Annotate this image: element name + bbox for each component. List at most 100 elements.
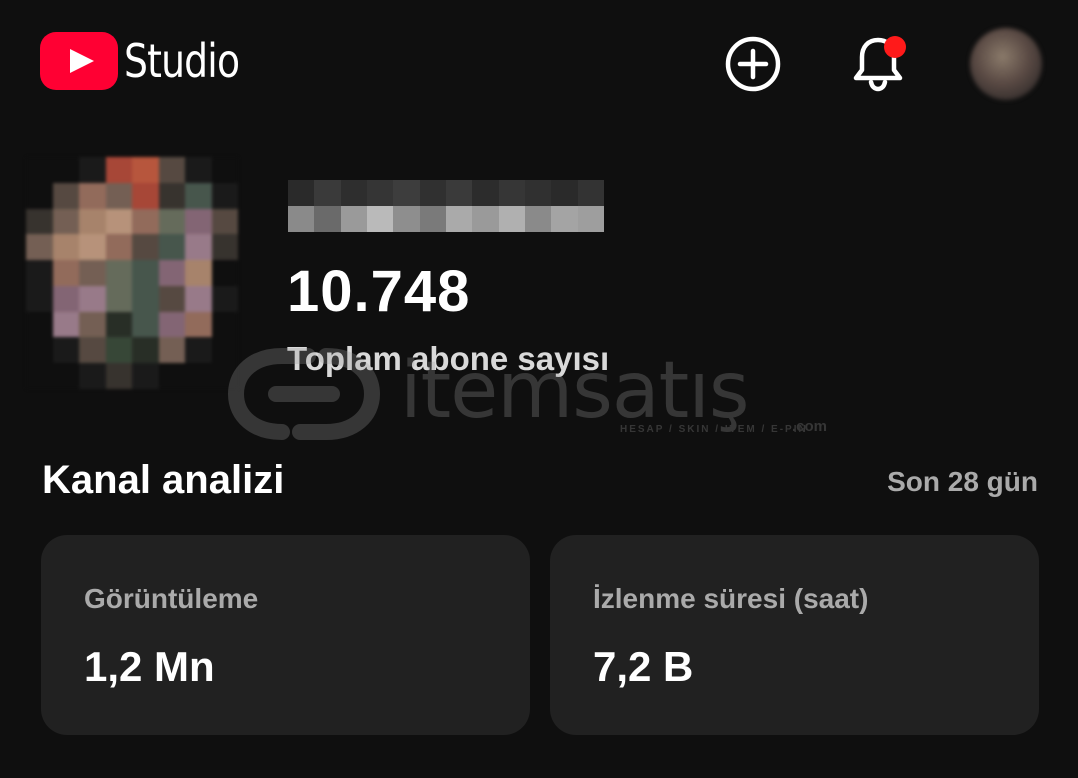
- name-pixel: [446, 206, 473, 232]
- name-pixel: [577, 180, 604, 206]
- name-pixel: [340, 206, 367, 232]
- avatar-pixel: [79, 260, 106, 286]
- watch-time-value: 7,2 B: [593, 643, 694, 690]
- top-app-bar: Studio: [0, 0, 1078, 130]
- section-title: Kanal analizi: [42, 458, 285, 502]
- name-pixel: [498, 180, 525, 206]
- youtube-play-icon: [40, 32, 118, 90]
- avatar-pixel: [158, 208, 185, 235]
- avatar-pixel: [185, 285, 212, 312]
- views-card[interactable]: Görüntüleme 1,2 Mn: [41, 535, 530, 735]
- app-name: Studio: [124, 34, 240, 88]
- avatar-pixel: [79, 208, 106, 235]
- plus-circle-icon: [725, 36, 781, 92]
- avatar-pixel: [79, 337, 106, 364]
- avatar-pixel: [132, 234, 159, 261]
- avatar-pixel: [132, 157, 159, 183]
- avatar-pixel: [105, 311, 132, 338]
- avatar-pixel: [105, 234, 132, 261]
- avatar-pixel: [211, 285, 238, 312]
- avatar-pixel: [26, 208, 53, 235]
- avatar-pixel: [26, 260, 53, 286]
- watch-time-card[interactable]: İzlenme süresi (saat) 7,2 B: [550, 535, 1039, 735]
- avatar-pixel: [158, 311, 185, 338]
- avatar-pixel: [26, 311, 53, 338]
- avatar-pixel: [26, 337, 53, 364]
- avatar-pixel: [185, 234, 212, 261]
- avatar-pixel: [185, 157, 212, 183]
- avatar-pixel: [52, 260, 79, 286]
- period-selector[interactable]: Son 28 gün: [887, 466, 1038, 498]
- watermark-domain: .com: [792, 418, 828, 435]
- avatar-pixel: [105, 157, 132, 183]
- subscriber-label: Toplam abone sayısı: [287, 340, 610, 377]
- avatar-pixel: [26, 157, 53, 183]
- avatar-pixel: [26, 234, 53, 261]
- name-pixel: [393, 206, 420, 232]
- avatar-pixel: [158, 260, 185, 286]
- watch-time-label: İzlenme süresi (saat): [593, 583, 869, 614]
- avatar-pixel: [105, 208, 132, 235]
- avatar-pixel: [158, 285, 185, 312]
- channel-name-redacted: [288, 180, 604, 232]
- views-label: Görüntüleme: [84, 583, 259, 614]
- name-pixel: [367, 180, 394, 206]
- name-pixel: [498, 206, 525, 232]
- avatar-pixel: [211, 260, 238, 286]
- subscriber-count: 10.748: [287, 259, 471, 324]
- name-pixel: [314, 206, 341, 232]
- name-pixel: [525, 206, 552, 232]
- avatar-pixel: [158, 234, 185, 261]
- avatar-pixel: [26, 285, 53, 312]
- avatar-pixel: [52, 234, 79, 261]
- name-pixel: [314, 180, 341, 206]
- avatar-pixel: [105, 285, 132, 312]
- create-button[interactable]: [723, 34, 783, 94]
- name-pixel: [393, 180, 420, 206]
- avatar-pixel: [79, 363, 106, 389]
- name-pixel: [577, 206, 604, 232]
- avatar-pixel: [158, 337, 185, 364]
- avatar-pixel: [52, 311, 79, 338]
- avatar-pixel: [105, 260, 132, 286]
- name-pixel: [367, 206, 394, 232]
- avatar-pixel: [52, 157, 79, 183]
- avatar-pixel: [185, 260, 212, 286]
- name-pixel: [288, 206, 315, 232]
- avatar-pixel: [52, 285, 79, 312]
- avatar-pixel: [158, 182, 185, 209]
- avatar-pixel: [52, 208, 79, 235]
- avatar-pixel: [132, 337, 159, 364]
- name-pixel: [551, 206, 578, 232]
- avatar-pixel: [26, 363, 53, 389]
- avatar-pixel: [52, 337, 79, 364]
- avatar-pixel: [132, 182, 159, 209]
- name-pixel: [472, 180, 499, 206]
- avatar-pixel: [105, 337, 132, 364]
- avatar-pixel: [211, 363, 238, 389]
- avatar-pixel: [52, 363, 79, 389]
- avatar-pixel: [211, 182, 238, 209]
- name-pixel: [419, 180, 446, 206]
- name-pixel: [419, 206, 446, 232]
- avatar-pixel: [132, 208, 159, 235]
- avatar-pixel: [79, 285, 106, 312]
- name-pixel: [472, 206, 499, 232]
- avatar-pixel: [26, 182, 53, 209]
- name-pixel: [551, 180, 578, 206]
- avatar-pixel: [132, 311, 159, 338]
- youtube-studio-logo[interactable]: Studio: [40, 32, 265, 90]
- avatar-pixel: [158, 363, 185, 389]
- avatar-pixel: [211, 337, 238, 364]
- watermark-tagline: HESAP / SKIN / ITEM / E-PIN: [620, 424, 808, 435]
- name-pixel: [340, 180, 367, 206]
- name-pixel: [288, 180, 315, 206]
- avatar-pixel: [185, 337, 212, 364]
- name-pixel: [446, 180, 473, 206]
- avatar-pixel: [105, 182, 132, 209]
- avatar-pixel: [105, 363, 132, 389]
- avatar-pixel: [211, 157, 238, 183]
- channel-avatar[interactable]: [26, 157, 238, 389]
- avatar-pixel: [158, 157, 185, 183]
- account-avatar[interactable]: [970, 28, 1042, 100]
